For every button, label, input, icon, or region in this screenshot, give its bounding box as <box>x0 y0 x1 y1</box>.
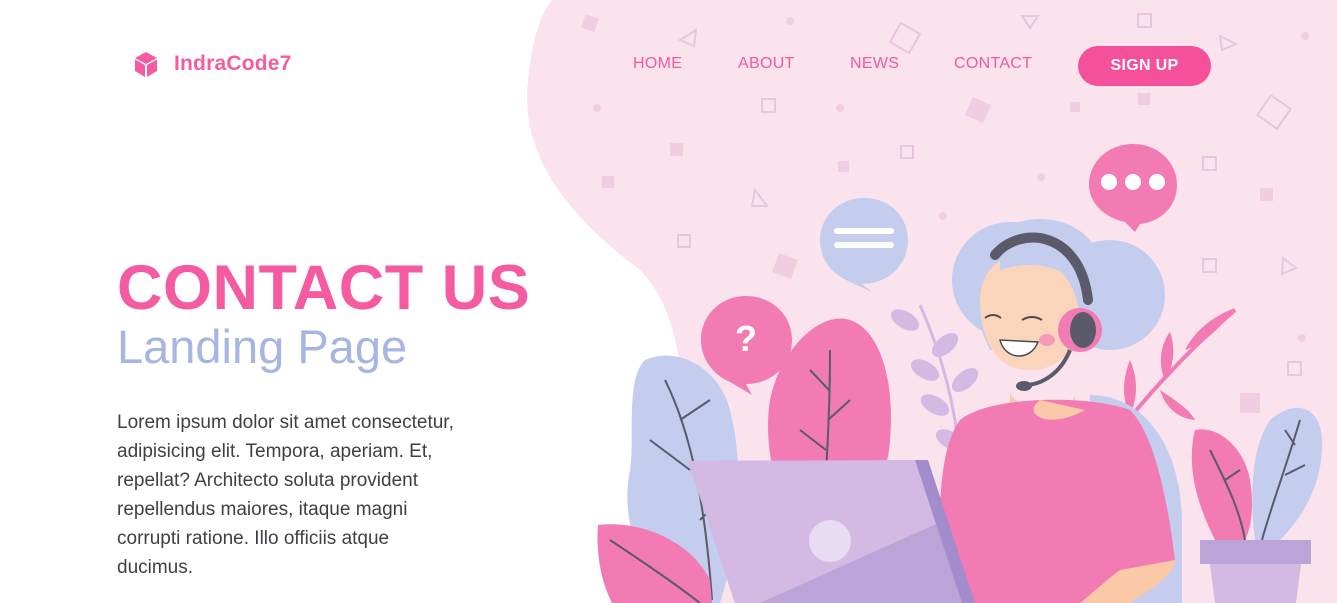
cube-icon <box>135 52 157 77</box>
sign-up-button[interactable]: SIGN UP <box>1078 46 1211 86</box>
chat-lines-bubble-icon <box>820 198 908 292</box>
chat-dots-bubble-icon <box>1089 144 1177 232</box>
laptop-icon <box>688 460 975 603</box>
potted-plant <box>1191 407 1323 603</box>
brand-logo[interactable]: IndraCode7 <box>132 50 292 78</box>
svg-text:?: ? <box>735 318 757 359</box>
nav-home[interactable]: HOME <box>633 55 682 73</box>
nav-news[interactable]: NEWS <box>850 55 899 73</box>
agent-woman <box>940 218 1175 603</box>
page-title: CONTACT US <box>117 253 531 323</box>
hero-heading: CONTACT US Landing Page <box>117 255 587 373</box>
page-subtitle: Landing Page <box>117 320 408 373</box>
nav-about[interactable]: ABOUT <box>738 55 795 73</box>
brand-name: IndraCode7 <box>174 52 292 75</box>
nav-contact[interactable]: CONTACT <box>954 55 1032 73</box>
hero-description: Lorem ipsum dolor sit amet consectetur, … <box>117 412 454 578</box>
